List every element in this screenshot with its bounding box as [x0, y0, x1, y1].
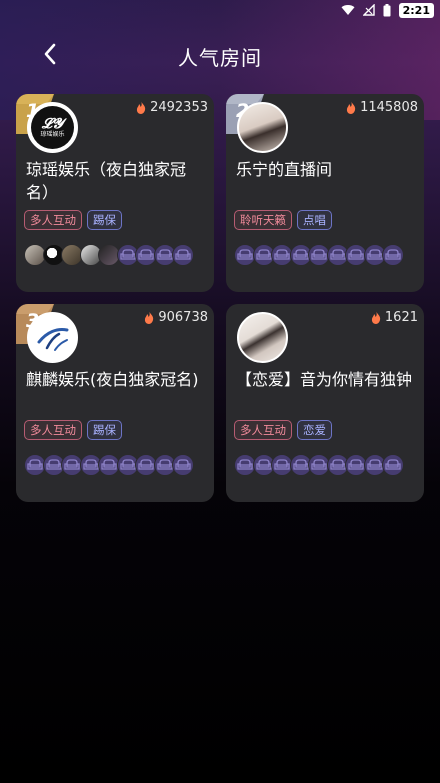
- room-tag: 踢保: [87, 210, 122, 230]
- heat-count: 906738: [144, 310, 208, 325]
- avatar-logo-text: 琼瑶娱乐: [40, 130, 65, 138]
- signal-icon: [362, 4, 375, 16]
- room-card-1[interactable]: 1 𝓛𝓨 琼瑶娱乐 2492353 琼瑶娱乐（夜白独家冠名） 多人互动 踢保: [16, 94, 214, 292]
- heat-count: 1145808: [346, 100, 418, 115]
- tag-list: 聆听天籁 点唱: [234, 210, 332, 230]
- heat-value: 1621: [384, 310, 418, 325]
- room-tag: 点唱: [297, 210, 332, 230]
- tag-list: 多人互动 踢保: [24, 420, 122, 440]
- room-avatar: 𝓛𝓨 琼瑶娱乐: [27, 102, 78, 153]
- seat-row: [24, 454, 194, 476]
- tag-list: 多人互动 踢保: [24, 210, 122, 230]
- tag-list: 多人互动 恋爱: [234, 420, 332, 440]
- room-card-4[interactable]: 1621 【恋爱】音为你情有独钟 多人互动 恋爱: [226, 304, 424, 502]
- flame-icon: [347, 101, 356, 114]
- room-title: 琼瑶娱乐（夜白独家冠名）: [26, 160, 187, 202]
- brush-logo-icon: [37, 327, 68, 351]
- sofa-seat-icon: [382, 244, 404, 266]
- heat-count: 1621: [371, 310, 418, 325]
- room-tag: 多人互动: [24, 420, 82, 440]
- heat-value: 906738: [158, 310, 208, 325]
- room-title: 麒麟娱乐(夜白独家冠名): [26, 370, 199, 389]
- room-tag: 多人互动: [24, 210, 82, 230]
- seat-row: [234, 454, 404, 476]
- room-title: 乐宁的直播间: [236, 160, 333, 179]
- room-tag: 聆听天籁: [234, 210, 292, 230]
- heat-value: 2492353: [150, 100, 208, 115]
- room-card-3[interactable]: 3 906738 麒麟娱乐(夜白独家冠名) 多人互动 踢保: [16, 304, 214, 502]
- sofa-seat-icon: [172, 454, 194, 476]
- status-bar: 2:21: [0, 0, 440, 20]
- room-tag: 恋爱: [297, 420, 332, 440]
- sofa-seat-icon: [382, 454, 404, 476]
- flame-icon: [145, 311, 154, 324]
- flame-icon: [371, 311, 381, 324]
- heat-value: 1145808: [360, 100, 418, 115]
- seat-row: [234, 244, 404, 266]
- seat-row: [24, 244, 194, 266]
- room-tag: 踢保: [87, 420, 122, 440]
- sofa-seat-icon: [172, 244, 194, 266]
- heat-count: 2492353: [136, 100, 208, 115]
- status-time: 2:21: [398, 2, 434, 18]
- room-avatar: [237, 102, 288, 153]
- room-avatar: [27, 312, 78, 363]
- room-card-2[interactable]: 2 1145808 乐宁的直播间 聆听天籁 点唱: [226, 94, 424, 292]
- page-header: 人气房间: [0, 34, 440, 74]
- battery-icon: [383, 3, 391, 16]
- wifi-icon: [341, 5, 355, 15]
- room-title: 【恋爱】音为你情有独钟: [236, 370, 413, 389]
- room-tag: 多人互动: [234, 420, 292, 440]
- flame-icon: [137, 101, 146, 114]
- room-avatar: [237, 312, 288, 363]
- page-title: 人气房间: [178, 46, 262, 70]
